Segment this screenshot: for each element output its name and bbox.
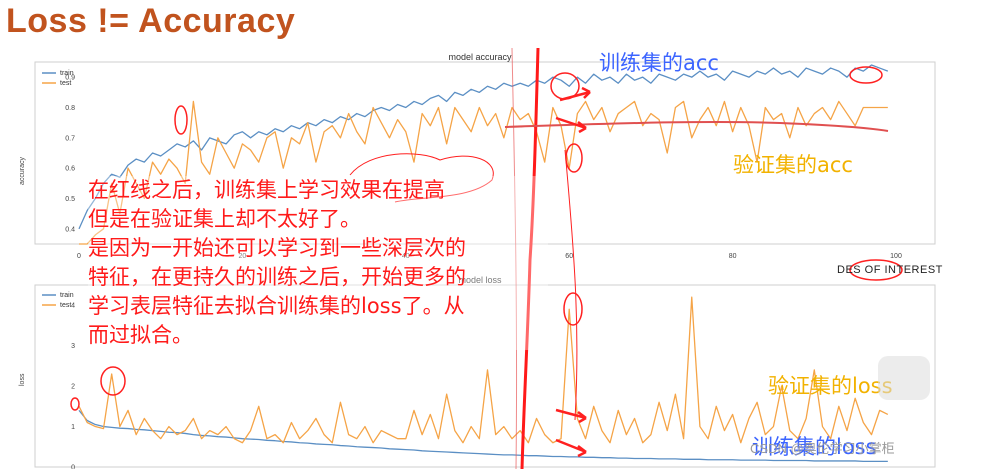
accuracy-ylabel: accuracy	[19, 156, 26, 185]
arrow-train-acc-icon	[559, 86, 591, 102]
y-tick-label: 0.5	[65, 196, 75, 203]
x-tick-label: 60	[565, 253, 573, 260]
loss-legend: train test	[42, 292, 74, 309]
loss-legend-test-label: test	[60, 302, 71, 309]
circle-val-acc-dip	[565, 143, 583, 173]
val-acc-annotation: 验证集的acc	[733, 153, 853, 177]
watermark-text: CSDN @奥伦学习小掌柜	[750, 441, 895, 456]
explanation-line: 学习表层特征去拟合训练集的loss了。从	[88, 294, 465, 318]
region-label: DES OF INTEREST	[837, 264, 943, 276]
circle-val-loss-peak	[563, 292, 583, 326]
loss-y-ticks: 0 1 2 3 4	[71, 303, 75, 469]
y-tick-label: 0	[71, 465, 75, 469]
y-tick-label: 3	[71, 343, 75, 350]
circle-loss-start	[70, 397, 80, 411]
arrow-val-loss-icon	[555, 408, 587, 424]
explanation-line: 是因为一开始还可以学习到一些深层次的	[88, 236, 466, 260]
loss-ylabel: loss	[19, 373, 26, 386]
loss-legend-train-label: train	[60, 292, 74, 299]
y-tick-label: 4	[71, 303, 75, 310]
y-tick-label: 0.7	[65, 135, 75, 142]
y-tick-label: 1	[71, 424, 75, 431]
x-tick-label: 100	[890, 253, 902, 260]
x-tick-label: 80	[729, 253, 737, 260]
train-acc-annotation: 训练集的acc	[599, 51, 719, 75]
watermark-logo-icon	[878, 356, 930, 400]
explanation-line: 特征，在更持久的训练之后，开始更多的	[88, 265, 466, 289]
val-loss-annotation: 验证集的loss	[768, 374, 893, 398]
accuracy-y-ticks: 0.40.50.60.70.80.9	[65, 75, 75, 234]
y-tick-label: 2	[71, 384, 75, 391]
y-tick-label: 0.4	[65, 226, 75, 233]
explanation-line: 而过拟合。	[88, 323, 193, 347]
legend-test-label: test	[60, 80, 71, 87]
y-tick-label: 0.8	[65, 105, 75, 112]
legend-train-label: train	[60, 70, 74, 77]
explanation-line: 在红线之后，训练集上学习效果在提高	[88, 178, 445, 202]
accuracy-chart-title: model accuracy	[448, 52, 512, 62]
x-tick-label: 0	[77, 253, 81, 260]
y-tick-label: 0.6	[65, 166, 75, 173]
overfitting-explanation: 在红线之后，训练集上学习效果在提高 但是在验证集上却不太好了。 是因为一开始还可…	[88, 176, 548, 350]
explanation-line: 但是在验证集上却不太好了。	[88, 207, 361, 231]
arrow-train-loss-icon	[555, 438, 587, 458]
circle-val-acc-peak	[174, 105, 188, 135]
